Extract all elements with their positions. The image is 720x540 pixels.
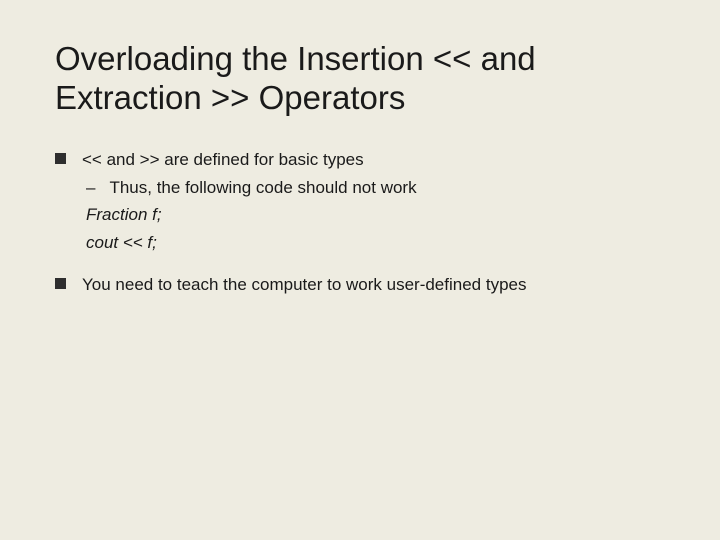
- slide: Overloading the Insertion << and Extract…: [0, 0, 720, 540]
- sub-bullet-item: – Thus, the following code should not wo…: [86, 176, 665, 201]
- square-bullet-icon: [55, 278, 66, 289]
- sub-bullet-text: Thus, the following code should not work: [109, 176, 416, 201]
- bullet-text: You need to teach the computer to work u…: [82, 273, 665, 298]
- bullet-item: << and >> are defined for basic types – …: [55, 148, 665, 256]
- bullet-text: << and >> are defined for basic types: [82, 148, 665, 173]
- square-bullet-icon: [55, 153, 66, 164]
- bullet-item: You need to teach the computer to work u…: [55, 273, 665, 298]
- bullet-list: << and >> are defined for basic types – …: [55, 148, 665, 298]
- code-line: cout << f;: [86, 231, 665, 256]
- bullet-content: You need to teach the computer to work u…: [82, 273, 665, 298]
- dash-bullet-icon: –: [86, 176, 95, 201]
- bullet-content: << and >> are defined for basic types – …: [82, 148, 665, 256]
- code-line: Fraction f;: [86, 203, 665, 228]
- slide-title: Overloading the Insertion << and Extract…: [55, 40, 665, 118]
